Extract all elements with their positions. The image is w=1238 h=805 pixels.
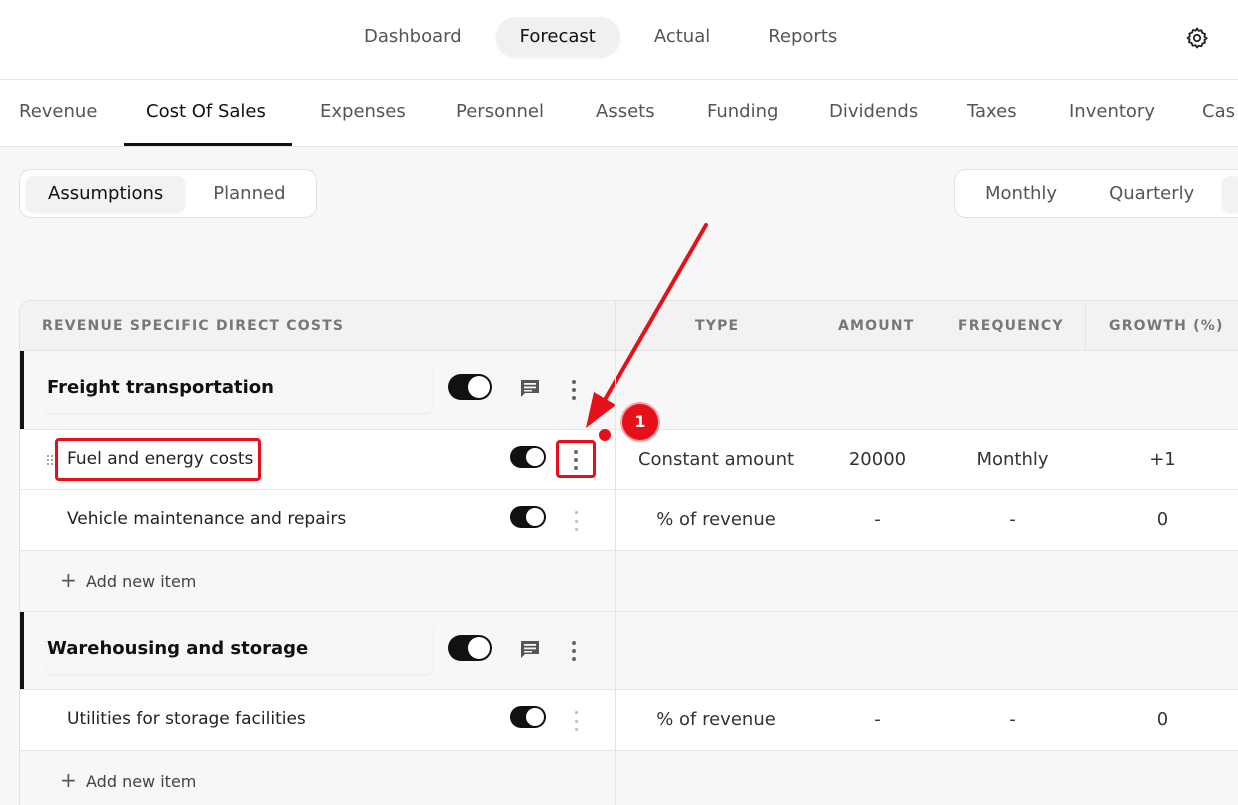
header-amount: AMOUNT <box>838 318 915 334</box>
header-frequency: FREQUENCY <box>958 318 1064 334</box>
tab-assets[interactable]: Assets <box>596 101 655 122</box>
item-growth[interactable]: 0 <box>1110 709 1215 730</box>
group-title: Freight transportation <box>47 377 274 398</box>
add-item-label[interactable]: Add new item <box>86 572 196 591</box>
nav-dashboard[interactable]: Dashboard <box>340 17 486 57</box>
item-growth[interactable]: 0 <box>1110 509 1215 530</box>
tab-dividends[interactable]: Dividends <box>829 101 918 122</box>
item-type[interactable]: % of revenue <box>616 509 816 530</box>
more-vertical-icon[interactable] <box>573 511 579 531</box>
step-badge: 1 <box>622 404 658 440</box>
comment-icon[interactable] <box>519 639 541 659</box>
item-toggle[interactable] <box>510 706 546 728</box>
header-divider <box>1085 301 1086 351</box>
item-amount[interactable]: 20000 <box>820 449 935 470</box>
active-tab-indicator <box>124 143 292 146</box>
item-toggle[interactable] <box>510 506 546 528</box>
group-title: Warehousing and storage <box>47 638 309 659</box>
toggle-active-segment[interactable] <box>1222 175 1238 212</box>
group-accent <box>20 612 24 689</box>
period-toggle: Monthly Quarterly <box>954 169 1238 218</box>
gear-icon[interactable] <box>1185 26 1209 50</box>
item-frequency[interactable]: - <box>945 509 1080 530</box>
cost-table: REVENUE SPECIFIC DIRECT COSTS TYPE AMOUN… <box>19 300 1238 805</box>
item-name[interactable]: Utilities for storage facilities <box>67 709 306 729</box>
highlight-box <box>556 440 596 478</box>
tab-taxes[interactable]: Taxes <box>967 101 1017 122</box>
item-name[interactable]: Vehicle maintenance and repairs <box>67 509 346 529</box>
group-toggle[interactable] <box>448 635 492 661</box>
tab-inventory[interactable]: Inventory <box>1069 101 1155 122</box>
section-tabs: Revenue Cost Of Sales Expenses Personnel… <box>0 80 1238 147</box>
item-frequency[interactable]: - <box>945 709 1080 730</box>
main-nav: Dashboard Forecast Actual Reports <box>340 17 861 57</box>
top-bar: Dashboard Forecast Actual Reports <box>0 0 1238 80</box>
group-row: Warehousing and storage <box>20 612 1238 690</box>
header-name: REVENUE SPECIFIC DIRECT COSTS <box>42 318 345 334</box>
more-vertical-icon[interactable] <box>571 641 577 661</box>
table-row: Utilities for storage facilities % of re… <box>20 690 1238 751</box>
more-vertical-icon[interactable] <box>573 711 579 731</box>
item-amount[interactable]: - <box>820 709 935 730</box>
nav-actual[interactable]: Actual <box>630 17 734 57</box>
item-type[interactable]: Constant amount <box>616 449 816 470</box>
toggle-monthly[interactable]: Monthly <box>963 176 1079 212</box>
drag-handle-icon[interactable] <box>46 454 54 466</box>
annotation-dot <box>599 429 611 441</box>
highlight-box <box>55 438 261 481</box>
tab-personnel[interactable]: Personnel <box>456 101 544 122</box>
nav-forecast[interactable]: Forecast <box>495 17 620 57</box>
add-item-row[interactable]: + Add new item <box>20 551 1238 612</box>
item-type[interactable]: % of revenue <box>616 709 816 730</box>
item-frequency[interactable]: Monthly <box>945 449 1080 470</box>
item-amount[interactable]: - <box>820 509 935 530</box>
toggle-assumptions[interactable]: Assumptions <box>26 175 186 212</box>
add-item-row[interactable]: + Add new item <box>20 751 1238 805</box>
group-accent <box>20 351 24 429</box>
header-type: TYPE <box>695 318 740 334</box>
toggle-planned[interactable]: Planned <box>191 176 307 212</box>
tab-revenue[interactable]: Revenue <box>19 101 97 122</box>
table-row: Vehicle maintenance and repairs % of rev… <box>20 490 1238 551</box>
view-toggle: Assumptions Planned <box>19 169 317 218</box>
column-divider <box>615 301 616 805</box>
plus-icon: + <box>60 568 77 592</box>
comment-icon[interactable] <box>519 378 541 398</box>
nav-reports[interactable]: Reports <box>744 17 861 57</box>
toggle-quarterly[interactable]: Quarterly <box>1087 176 1216 212</box>
table-header: REVENUE SPECIFIC DIRECT COSTS TYPE AMOUN… <box>20 301 1238 351</box>
header-growth: GROWTH (%) <box>1109 318 1224 334</box>
item-toggle[interactable] <box>510 446 546 468</box>
tab-expenses[interactable]: Expenses <box>320 101 406 122</box>
more-vertical-icon[interactable] <box>571 380 577 400</box>
add-item-label[interactable]: Add new item <box>86 772 196 791</box>
tab-cashflow[interactable]: Cas <box>1202 101 1235 122</box>
group-toggle[interactable] <box>448 374 492 400</box>
plus-icon: + <box>60 768 77 792</box>
tab-funding[interactable]: Funding <box>707 101 778 122</box>
item-growth[interactable]: +1 <box>1110 449 1215 470</box>
tab-cost-of-sales[interactable]: Cost Of Sales <box>146 101 266 122</box>
